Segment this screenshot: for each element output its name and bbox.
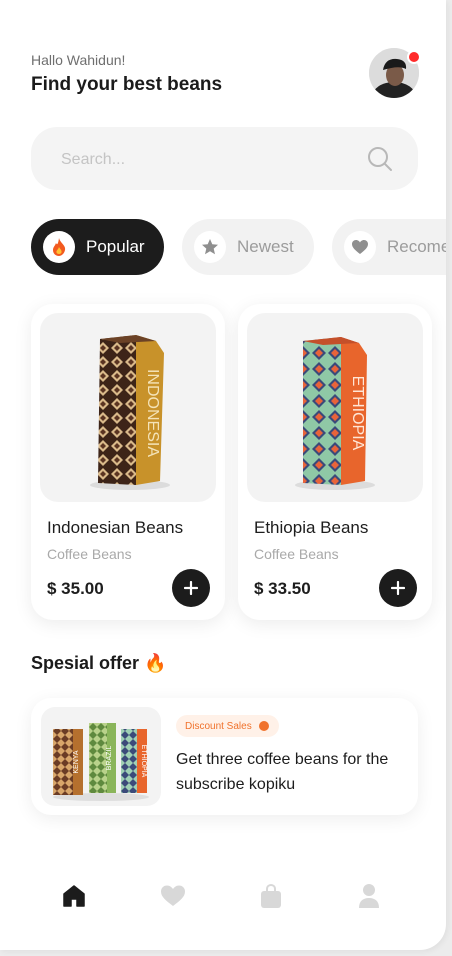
plus-icon bbox=[184, 581, 198, 595]
filter-label-recommended: Recome bbox=[387, 237, 446, 256]
nav-home[interactable] bbox=[54, 876, 94, 916]
section-title-special-offer: Spesial offer 🔥 bbox=[31, 653, 167, 673]
product-category: Coffee Beans bbox=[254, 546, 339, 562]
bag-icon bbox=[261, 883, 281, 908]
home-icon bbox=[63, 885, 85, 907]
product-category: Coffee Beans bbox=[47, 546, 132, 562]
offer-image: KENYA BRAZIL ETHIOPIA bbox=[41, 707, 161, 806]
notification-dot bbox=[407, 50, 421, 64]
discount-badge-label: Discount Sales bbox=[185, 720, 252, 732]
search-bar[interactable] bbox=[31, 127, 418, 192]
search-icon[interactable] bbox=[367, 146, 393, 177]
fire-icon bbox=[43, 231, 75, 263]
discount-badge: Discount Sales bbox=[176, 715, 279, 737]
product-price: $ 35.00 bbox=[47, 579, 104, 598]
bottom-navigation bbox=[0, 840, 446, 950]
product-image: INDONESIA bbox=[40, 313, 216, 502]
heart-icon bbox=[344, 231, 376, 263]
filter-label-popular: Popular bbox=[86, 237, 145, 256]
page-title: Find your best beans bbox=[31, 74, 223, 95]
nav-favorites[interactable] bbox=[153, 876, 193, 916]
filter-chip-newest[interactable]: Newest bbox=[182, 219, 314, 275]
special-offer-card[interactable]: KENYA BRAZIL ETHIOPIA Discount Sales Get… bbox=[31, 698, 418, 815]
bag-label: KENYA bbox=[73, 750, 80, 774]
add-to-cart-button[interactable] bbox=[379, 569, 417, 607]
bag-label: ETHIOPIA bbox=[140, 745, 147, 778]
nav-cart[interactable] bbox=[251, 876, 291, 916]
nav-profile[interactable] bbox=[349, 876, 389, 916]
bag-label: ETHIOPIA bbox=[349, 376, 366, 451]
filter-label-newest: Newest bbox=[237, 237, 294, 256]
plus-icon bbox=[391, 581, 405, 595]
heart-icon bbox=[161, 885, 185, 906]
product-card[interactable]: ETHIOPIA Ethiopia Beans Coffee Beans $ 3… bbox=[238, 304, 432, 620]
bag-label: BRAZIL bbox=[106, 746, 113, 771]
app-screen: Hallo Wahidun! Find your best beans Popu… bbox=[0, 0, 446, 950]
greeting-text: Hallo Wahidun! bbox=[31, 52, 126, 68]
badge-dot-icon bbox=[258, 721, 269, 731]
profile-icon bbox=[359, 884, 379, 908]
product-card[interactable]: INDONESIA Indonesian Beans Coffee Beans … bbox=[31, 304, 225, 620]
star-icon bbox=[194, 231, 226, 263]
product-image: ETHIOPIA bbox=[247, 313, 423, 502]
filter-chip-popular[interactable]: Popular bbox=[31, 219, 164, 275]
filter-chip-recommended[interactable]: Recome bbox=[332, 219, 446, 275]
bag-label: INDONESIA bbox=[144, 369, 161, 457]
add-to-cart-button[interactable] bbox=[172, 569, 210, 607]
product-name: Ethiopia Beans bbox=[254, 518, 369, 537]
product-name: Indonesian Beans bbox=[47, 518, 184, 537]
product-price: $ 33.50 bbox=[254, 579, 311, 598]
offer-description: Get three coffee beans for the subscribe… bbox=[176, 751, 389, 793]
search-input[interactable] bbox=[59, 127, 363, 192]
